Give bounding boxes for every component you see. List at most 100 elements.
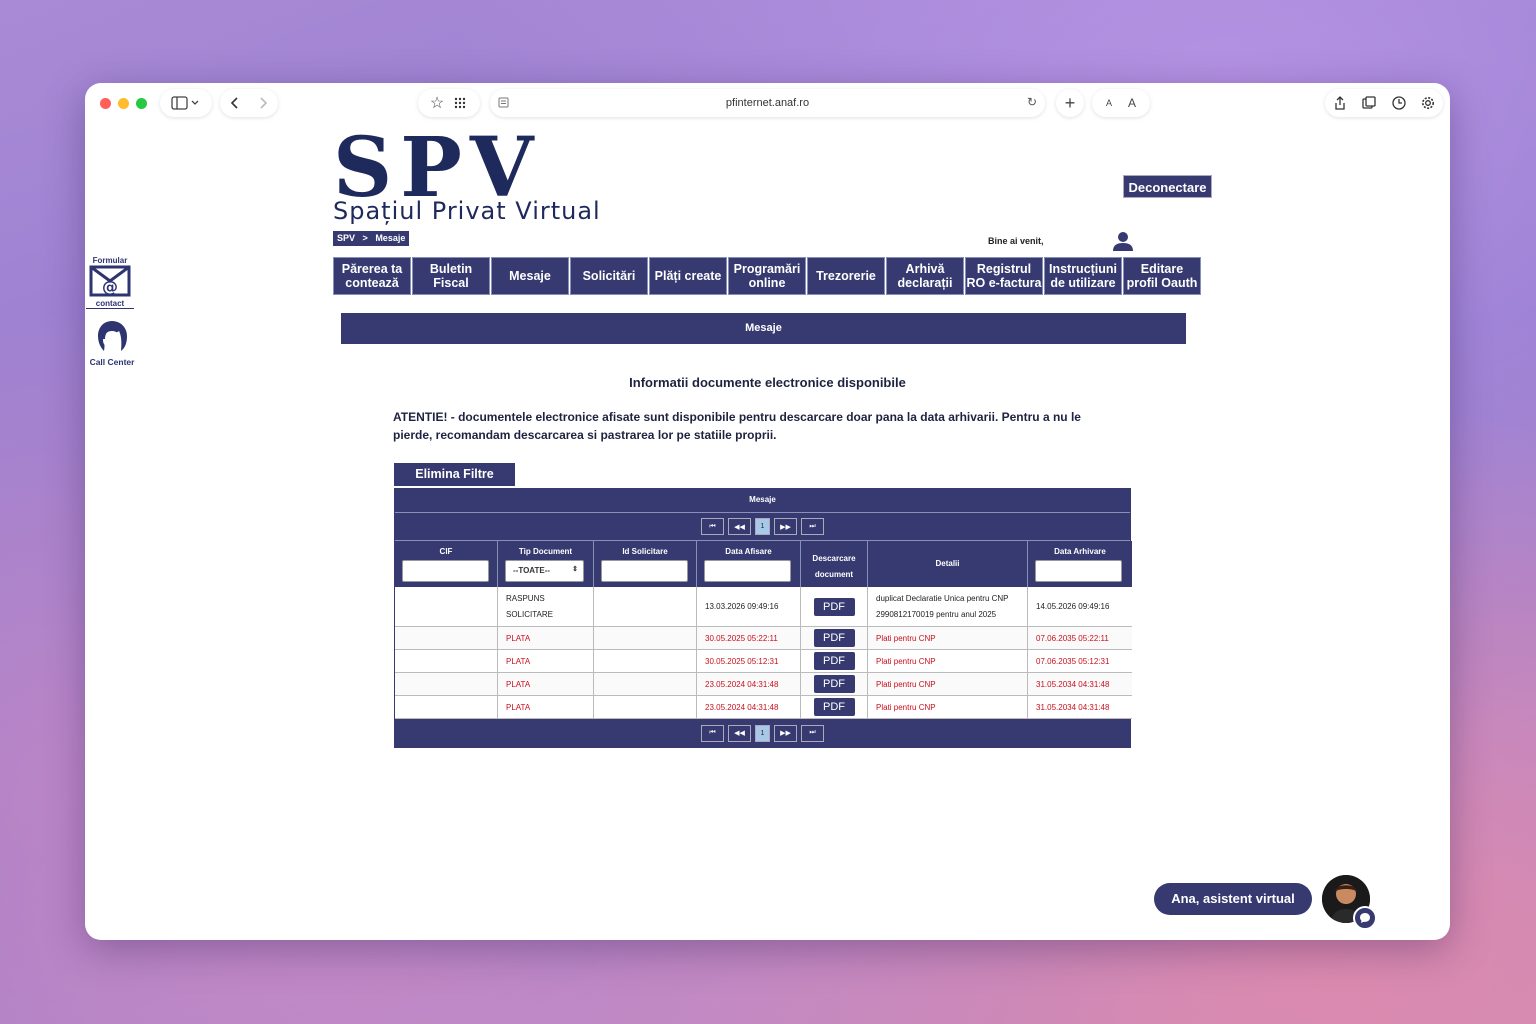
- pdf-download-button[interactable]: PDF: [813, 652, 855, 670]
- clear-filters-button[interactable]: Elimina Filtre: [394, 463, 515, 486]
- afisare-filter-input[interactable]: [704, 560, 791, 582]
- pager-prev-button[interactable]: ◀◀: [728, 724, 751, 742]
- cell-tip: PLATA: [498, 627, 594, 650]
- pdf-download-button[interactable]: PDF: [813, 629, 855, 647]
- cell-arhivare: 07.06.2035 05:12:31: [1028, 650, 1132, 673]
- sidebar-toggle-button[interactable]: [160, 89, 212, 117]
- nav-efactura[interactable]: Registrul RO e-factura: [965, 257, 1043, 295]
- nav-instructiuni[interactable]: Instrucțiuni de utilizare: [1044, 257, 1122, 295]
- pager-last-button[interactable]: ⏭: [801, 724, 824, 742]
- pager-current-page[interactable]: 1: [755, 724, 770, 742]
- pager-top: ⏮ ◀◀ 1 ▶▶ ⏭: [395, 512, 1130, 540]
- col-descarcare-label: Descarcare document: [812, 554, 856, 579]
- cell-id: [594, 673, 697, 696]
- logo-subtitle: Spațiul Privat Virtual: [333, 197, 601, 225]
- table-header: CIF Tip Document --TOATE-- ⇕ Id Solicitare…: [395, 540, 1132, 587]
- pdf-download-button[interactable]: PDF: [813, 597, 855, 616]
- cell-arhivare: 07.06.2035 05:22:11: [1028, 627, 1132, 650]
- contact-form-bottom: contact: [86, 299, 134, 309]
- text-larger-icon[interactable]: A: [1128, 96, 1136, 110]
- breadcrumb-separator: >: [362, 233, 368, 243]
- nav-mesaje[interactable]: Mesaje: [491, 257, 569, 295]
- pager-next-button[interactable]: ▶▶: [774, 518, 797, 535]
- pager-first-button[interactable]: ⏮: [701, 518, 724, 535]
- pager-bottom: ⏮ ◀◀ 1 ▶▶ ⏭: [395, 719, 1130, 747]
- pdf-download-button[interactable]: PDF: [813, 675, 855, 693]
- chat-bubble-icon[interactable]: [1353, 906, 1377, 930]
- cif-filter-input[interactable]: [402, 560, 489, 582]
- tabs-icon[interactable]: [1362, 96, 1376, 110]
- arhivare-filter-input[interactable]: [1035, 560, 1122, 582]
- cell-detalii: Plati pentru CNP: [868, 627, 1028, 650]
- table-caption: Mesaje: [395, 489, 1130, 512]
- cell-cif: [395, 650, 498, 673]
- nav-trezorerie[interactable]: Trezorerie: [807, 257, 885, 295]
- nav-buletin-fiscal[interactable]: Buletin Fiscal: [412, 257, 490, 295]
- cell-cif: [395, 673, 498, 696]
- zoom-window-button[interactable]: [136, 98, 147, 109]
- grid-icon[interactable]: [454, 97, 468, 109]
- cell-afisare: 30.05.2025 05:22:11: [697, 627, 801, 650]
- col-arhivare-label: Data Arhivare: [1054, 547, 1106, 556]
- close-window-button[interactable]: [100, 98, 111, 109]
- spv-logo[interactable]: SPV Spațiul Privat Virtual: [333, 127, 693, 225]
- breadcrumb: SPV > Mesaje: [333, 231, 410, 246]
- cell-afisare: 23.05.2024 04:31:48: [697, 696, 801, 719]
- table-row: PLATA 23.05.2024 04:31:48 PDF Plati pent…: [395, 696, 1132, 719]
- table-row: RASPUNS SOLICITARE 13.03.2026 09:49:16 P…: [395, 587, 1132, 627]
- cell-id: [594, 587, 697, 627]
- cell-arhivare: 31.05.2034 04:31:48: [1028, 696, 1132, 719]
- col-data-afisare: Data Afisare: [697, 541, 801, 587]
- nav-parerea[interactable]: Părerea ta contează: [333, 257, 411, 295]
- url-text: pfinternet.anaf.ro: [725, 97, 810, 109]
- address-bar[interactable]: pfinternet.anaf.ro ↻: [490, 89, 1045, 117]
- pager-first-button[interactable]: ⏮: [701, 724, 724, 742]
- pager-prev-button[interactable]: ◀◀: [728, 518, 751, 535]
- col-afisare-label: Data Afisare: [725, 547, 772, 556]
- nav-programari[interactable]: Programări online: [728, 257, 806, 295]
- virtual-assistant-button[interactable]: Ana, asistent virtual: [1154, 883, 1312, 915]
- select-value: --TOATE--: [513, 566, 551, 575]
- col-tip-document: Tip Document --TOATE-- ⇕: [498, 541, 594, 587]
- plus-icon: +: [1064, 92, 1076, 113]
- contact-form-top: Formular: [92, 256, 128, 265]
- text-smaller-icon[interactable]: A: [1106, 98, 1112, 108]
- minimize-window-button[interactable]: [118, 98, 129, 109]
- pager-next-button[interactable]: ▶▶: [774, 724, 797, 742]
- cell-detalii: Plati pentru CNP: [868, 673, 1028, 696]
- clock-icon[interactable]: [1392, 96, 1406, 110]
- text-size-group: A A: [1092, 89, 1150, 117]
- browser-window: ☆ pfinternet.anaf.ro ↻ + A A SPV Spațiul…: [85, 83, 1450, 940]
- page-band-title: Mesaje: [341, 313, 1186, 344]
- share-icon[interactable]: [1333, 96, 1347, 110]
- id-filter-input[interactable]: [601, 560, 688, 582]
- forward-icon[interactable]: [256, 96, 270, 110]
- gear-icon[interactable]: [1421, 96, 1435, 110]
- call-center-widget[interactable]: Call Center: [85, 319, 139, 367]
- nav-arhiva[interactable]: Arhivă declarații: [886, 257, 964, 295]
- cell-arhivare: 14.05.2026 09:49:16: [1028, 587, 1132, 627]
- back-icon[interactable]: [228, 96, 242, 110]
- tip-document-select[interactable]: --TOATE-- ⇕: [505, 560, 584, 582]
- col-detalii: Detalii: [868, 541, 1028, 587]
- cell-tip: RASPUNS SOLICITARE: [498, 587, 594, 627]
- pdf-download-button[interactable]: PDF: [813, 698, 855, 716]
- contact-form-widget[interactable]: Formular @ contact: [85, 256, 137, 309]
- cell-detalii: Plati pentru CNP: [868, 696, 1028, 719]
- welcome-text: Bine ai venit,: [988, 236, 1044, 246]
- pager-current-page[interactable]: 1: [755, 518, 770, 535]
- select-arrows-icon: ⇕: [572, 566, 578, 573]
- pager-last-button[interactable]: ⏭: [801, 518, 824, 535]
- user-icon[interactable]: [1112, 231, 1134, 251]
- nav-solicitari[interactable]: Solicitări: [570, 257, 648, 295]
- reload-icon[interactable]: ↻: [1025, 95, 1039, 109]
- star-icon[interactable]: ☆: [430, 93, 444, 113]
- cell-afisare: 13.03.2026 09:49:16: [697, 587, 801, 627]
- breadcrumb-current: Mesaje: [375, 233, 406, 243]
- breadcrumb-root[interactable]: SPV: [337, 233, 355, 243]
- nav-plati-create[interactable]: Plăți create: [649, 257, 727, 295]
- new-tab-button[interactable]: +: [1056, 89, 1084, 117]
- logout-button[interactable]: Deconectare: [1123, 175, 1212, 198]
- col-data-arhivare: Data Arhivare: [1028, 541, 1132, 587]
- nav-editare-profil[interactable]: Editare profil Oauth: [1123, 257, 1201, 295]
